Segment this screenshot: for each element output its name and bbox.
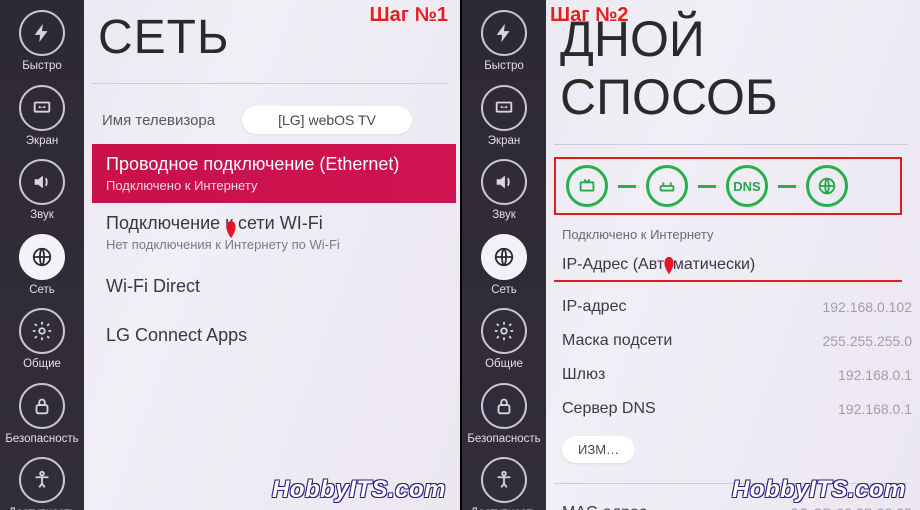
sidebar-item-general[interactable]: Общие	[467, 304, 541, 377]
ip-label: IP-адрес	[562, 298, 822, 316]
ip-row: IP-адрес 192.168.0.102	[554, 290, 920, 324]
sidebar-item-security[interactable]: Безопасность	[5, 379, 79, 452]
edit-button[interactable]: ИЗМ…	[562, 436, 635, 463]
screen-icon	[481, 85, 527, 131]
speaker-icon	[19, 159, 65, 205]
chain-line	[778, 185, 796, 188]
sidebar: Быстро Экран Звук Сеть Общие	[462, 0, 546, 510]
wifi-direct-title: Wi-Fi Direct	[106, 276, 446, 297]
dns-label: Сервер DNS	[562, 400, 838, 418]
sidebar-item-network[interactable]: Сеть	[5, 230, 79, 303]
underline	[554, 280, 902, 282]
content-left: СЕТЬ Имя телевизора [LG] webOS TV Провод…	[84, 0, 460, 510]
gateway-label: Шлюз	[562, 366, 838, 384]
screen-icon	[19, 85, 65, 131]
sidebar-item-label: Звук	[492, 210, 516, 222]
router-icon	[646, 165, 688, 207]
gear-icon	[481, 308, 527, 354]
bolt-icon	[19, 10, 65, 56]
chain-line	[698, 185, 716, 188]
step-badge: Шаг №1	[369, 4, 448, 27]
gateway-row: Шлюз 192.168.0.1	[554, 358, 920, 392]
sidebar-item-label: Экран	[26, 136, 58, 148]
mask-row: Маска подсети 255.255.255.0	[554, 324, 920, 358]
sidebar-item-security[interactable]: Безопасность	[467, 379, 541, 452]
sidebar-item-network[interactable]: Сеть	[467, 230, 541, 303]
lock-icon	[19, 383, 65, 429]
sidebar-item-label: Экран	[488, 136, 520, 148]
wifi-title: Подключение к сети WI-Fi	[106, 213, 446, 234]
tv-name-value[interactable]: [LG] webOS TV	[242, 106, 412, 134]
globe-icon	[19, 234, 65, 280]
gear-icon	[19, 308, 65, 354]
sidebar-item-label: Быстро	[484, 61, 524, 73]
wifi-subtitle: Нет подключения к Интернету по Wi-Fi	[106, 237, 446, 252]
dns-row: Сервер DNS 192.168.0.1	[554, 392, 920, 426]
dns-value: 192.168.0.1	[838, 401, 912, 417]
watermark: HobbyITS.com	[272, 476, 446, 504]
connection-chain: DNS	[554, 157, 902, 215]
mac-label: MAC-адрес	[562, 504, 791, 510]
sidebar-item-access[interactable]: Доступность	[467, 453, 541, 510]
accessibility-icon	[19, 457, 65, 503]
pointer-icon	[658, 254, 680, 278]
divider	[554, 144, 908, 145]
watermark: HobbyITS.com	[732, 476, 906, 504]
sidebar-item-general[interactable]: Общие	[5, 304, 79, 377]
bolt-icon	[481, 10, 527, 56]
globe-icon	[481, 234, 527, 280]
chain-line	[618, 185, 636, 188]
lg-connect-title: LG Connect Apps	[106, 325, 446, 346]
sidebar-item-label: Сеть	[29, 285, 55, 297]
tv-name-label: Имя телевизора	[102, 112, 242, 129]
step-badge: Шаг №2	[550, 4, 629, 27]
accessibility-icon	[481, 457, 527, 503]
sidebar-item-access[interactable]: Доступность	[5, 453, 79, 510]
pointer-icon	[220, 218, 242, 242]
mask-label: Маска подсети	[562, 332, 822, 350]
mask-value: 255.255.255.0	[822, 333, 912, 349]
wifi-connection-item[interactable]: Подключение к сети WI-Fi Нет подключения…	[92, 203, 460, 262]
internet-icon	[806, 165, 848, 207]
sidebar: Быстро Экран Звук Сеть Общие	[0, 0, 84, 510]
speaker-icon	[481, 159, 527, 205]
connection-status: Подключено к Интернету	[554, 223, 920, 256]
sidebar-item-screen[interactable]: Экран	[467, 81, 541, 154]
sidebar-item-quick[interactable]: Быстро	[5, 6, 79, 79]
sidebar-item-quick[interactable]: Быстро	[467, 6, 541, 79]
tv-icon	[566, 165, 608, 207]
wired-subtitle: Подключено к Интернету	[106, 178, 442, 193]
tv-name-row[interactable]: Имя телевизора [LG] webOS TV	[92, 96, 460, 144]
panel-step2: Быстро Экран Звук Сеть Общие	[460, 0, 920, 510]
divider	[92, 83, 448, 84]
dns-icon: DNS	[726, 165, 768, 207]
sidebar-item-sound[interactable]: Звук	[467, 155, 541, 228]
ip-section-head[interactable]: IP-Адрес (Автоматически)	[554, 256, 920, 280]
sidebar-item-label: Быстро	[22, 61, 62, 73]
panel-step1: Быстро Экран Звук Сеть Общие	[0, 0, 460, 510]
sidebar-item-label: Сеть	[491, 285, 517, 297]
sidebar-item-label: Общие	[485, 359, 523, 371]
lg-connect-item[interactable]: LG Connect Apps	[92, 311, 460, 360]
sidebar-item-screen[interactable]: Экран	[5, 81, 79, 154]
sidebar-item-label: Безопасность	[467, 434, 540, 446]
ip-value: 192.168.0.102	[822, 299, 912, 315]
mac-value: 3C:CD:93:3B:38:35	[791, 505, 912, 510]
gateway-value: 192.168.0.1	[838, 367, 912, 383]
wired-connection-item[interactable]: Проводное подключение (Ethernet) Подключ…	[92, 144, 456, 203]
sidebar-item-label: Безопасность	[5, 434, 78, 446]
sidebar-item-label: Общие	[23, 359, 61, 371]
sidebar-item-label: Звук	[30, 210, 54, 222]
content-right: ДНОЙ СПОСОБ DNS Подключено к Интернету I…	[546, 0, 920, 510]
wired-title: Проводное подключение (Ethernet)	[106, 154, 442, 175]
wifi-direct-item[interactable]: Wi-Fi Direct	[92, 262, 460, 311]
lock-icon	[481, 383, 527, 429]
sidebar-item-sound[interactable]: Звук	[5, 155, 79, 228]
